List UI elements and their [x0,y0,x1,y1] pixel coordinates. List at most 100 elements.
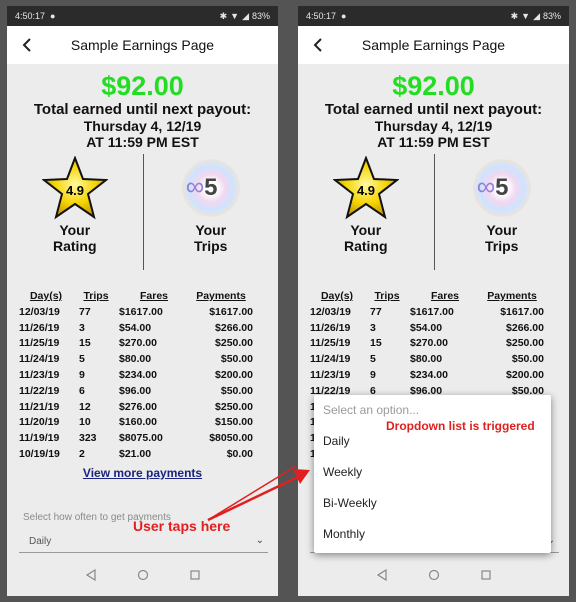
cell-day: 11/19/19 [19,432,60,445]
nav-home-icon[interactable] [428,569,440,581]
back-arrow-icon[interactable] [19,34,35,56]
cell-trips: 15 [79,337,91,350]
cell-payments: $50.00 [220,353,253,366]
chevron-down-icon: ⌄ [255,534,264,546]
cell-trips: 15 [370,337,382,350]
trips-emblem-icon: ∞ 5 [472,159,531,217]
table-row: 11/22/19 6 $96.00 $50.00 [19,383,253,399]
star-icon: 4.9 [41,154,108,222]
cell-trips: 12 [79,400,91,413]
cell-payments: $8050.00 [209,432,253,445]
nav-back-icon[interactable] [85,569,97,581]
table-row: 11/23/19 9 $234.00 $200.00 [19,367,253,383]
wifi-icon: ▼ [521,11,531,21]
payment-frequency-dropdown: Select an option... Daily Weekly Bi-Week… [314,395,551,553]
cell-trips: 9 [370,369,376,382]
table-row: 11/21/19 12 $276.00 $250.00 [19,399,253,415]
status-time: 4:50:17 [15,11,46,21]
table-row: 12/03/19 77 $1617.00 $1617.00 [19,304,253,320]
rating-badge: 4.9 Your Rating [298,154,434,270]
table-row: 11/24/19 5 $80.00 $50.00 [310,351,544,367]
battery-level: 83% [251,11,270,21]
cell-trips: 9 [79,369,85,382]
battery-level: 83% [542,11,561,21]
table-row: 11/26/19 3 $54.00 $266.00 [19,320,253,336]
cell-trips: 5 [79,353,85,366]
cell-day: 11/26/19 [19,321,60,334]
dropdown-option-weekly[interactable]: Weekly [314,456,551,487]
cell-fares: $96.00 [119,384,152,397]
column-header-trips: Trips [83,290,109,302]
nav-recents-icon[interactable] [189,569,201,581]
system-nav-bar [7,554,278,596]
cell-day: 11/25/19 [310,337,351,350]
page-content: $92.00 Total earned until next payout: T… [7,64,278,596]
cell-fares: $1617.00 [410,305,454,318]
earnings-amount: $92.00 [392,71,475,101]
wifi-icon: ▼ [230,11,240,21]
infinity-icon: ∞ [476,171,496,201]
page-title: Sample Earnings Page [361,37,506,53]
cell-fares: $270.00 [410,337,448,350]
earnings-amount: $92.00 [101,71,184,101]
cell-trips: 77 [370,305,382,318]
cell-day: 11/24/19 [19,353,60,366]
cell-fares: $8075.00 [119,432,163,445]
location-icon: ● [341,11,347,21]
nav-home-icon[interactable] [137,569,149,581]
status-bar: 4:50:17 ● ✱ ▼ ◢ 83% [298,6,569,26]
column-header-fares: Fares [430,290,460,302]
trips-label-line1: Your [195,222,227,238]
cell-payments: $200.00 [506,369,544,382]
column-header-fares: Fares [139,290,169,302]
cell-trips: 3 [79,321,85,334]
trips-badge: ∞ 5 Your Trips [433,154,570,270]
payout-time: AT 11:59 PM EST [86,134,199,150]
app-bar: Sample Earnings Page [298,26,569,64]
cell-day: 11/21/19 [19,400,60,413]
page-title: Sample Earnings Page [70,37,215,53]
cell-day: 11/23/19 [19,369,60,382]
table-header: Day(s) Trips Fares Payments [19,290,253,304]
payout-time: AT 11:59 PM EST [377,134,490,150]
cell-fares: $276.00 [119,400,157,413]
cell-payments: $266.00 [215,321,253,334]
table-row: 11/26/19 3 $54.00 $266.00 [310,320,544,336]
table-row: 10/19/19 2 $21.00 $0.00 [19,446,253,462]
cell-fares: $234.00 [410,369,448,382]
cell-fares: $160.00 [119,416,157,429]
status-time: 4:50:17 [306,11,337,21]
table-header: Day(s) Trips Fares Payments [310,290,544,304]
column-header-payments: Payments [487,290,537,302]
table-row: 11/19/19 323 $8075.00 $8050.00 [19,430,253,446]
rating-label-line1: Your [350,222,382,238]
rating-label-line2: Rating [343,238,388,254]
cell-day: 11/23/19 [310,369,351,382]
payment-frequency-value: Daily [29,535,52,547]
nav-back-icon[interactable] [376,569,388,581]
earnings-caption: Total earned until next payout: [33,101,252,118]
nav-recents-icon[interactable] [480,569,492,581]
dropdown-option-monthly[interactable]: Monthly [314,518,551,549]
signal-icon: ◢ [533,10,540,21]
cell-fares: $80.00 [119,353,152,366]
trips-label-line1: Your [486,222,518,238]
rating-value: 4.9 [357,183,375,198]
dropdown-option-biweekly[interactable]: Bi-Weekly [314,487,551,518]
back-arrow-icon[interactable] [310,34,326,56]
payment-frequency-select[interactable]: Daily ⌄ [19,531,268,553]
column-header-days: Day(s) [29,290,63,302]
trips-value: 5 [204,174,218,201]
rating-label-line2: Rating [52,238,97,254]
cell-payments: $250.00 [506,337,544,350]
cell-fares: $1617.00 [119,305,163,318]
cell-day: 12/03/19 [310,305,351,318]
cell-day: 11/26/19 [310,321,351,334]
payout-date: Thursday 4, 12/19 [374,118,493,134]
table-row: 11/20/19 10 $160.00 $150.00 [19,415,253,431]
phone-screen-after: 4:50:17 ● ✱ ▼ ◢ 83% Sample Earnings Page… [298,6,569,596]
cell-payments: $150.00 [215,416,253,429]
view-more-payments-link[interactable]: View more payments [7,466,278,480]
cell-fares: $270.00 [119,337,157,350]
table-row: 12/03/19 77 $1617.00 $1617.00 [310,304,544,320]
